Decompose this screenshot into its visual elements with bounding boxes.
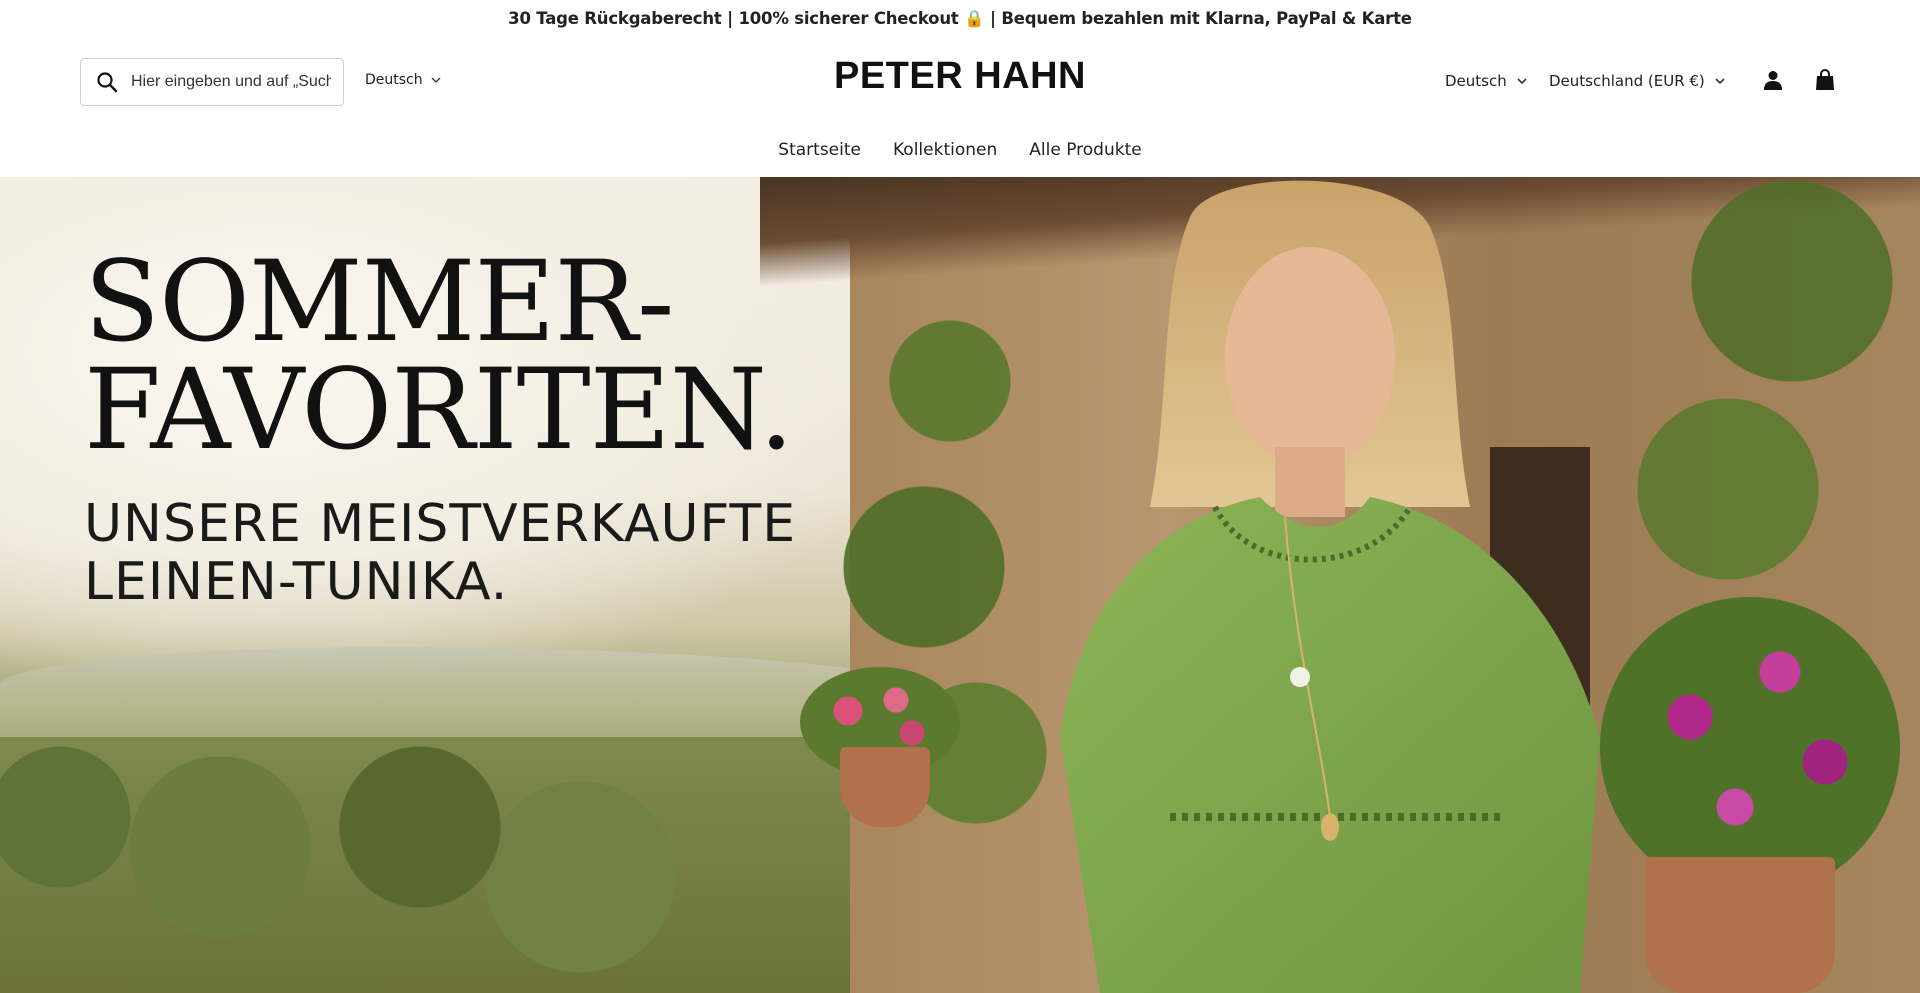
nav-item-alle-produkte[interactable]: Alle Produkte <box>1029 138 1141 162</box>
chevron-down-icon <box>1517 78 1527 85</box>
site-logo[interactable]: PETER HAHN <box>834 55 1086 97</box>
language-selector-right[interactable]: Deutsch <box>1445 72 1528 90</box>
hero-subtitle-line2: LEINEN-TUNIKA. <box>84 552 509 612</box>
nav-item-startseite[interactable]: Startseite <box>778 138 861 162</box>
hero-flower-pot <box>840 747 930 827</box>
chevron-down-icon <box>1715 78 1725 85</box>
language-label: Deutsch <box>365 72 423 88</box>
language-label: Deutsch <box>1445 72 1507 90</box>
hero-title: SOMMER- FAVORITEN. <box>84 247 794 466</box>
announcement-bar: 30 Tage Rückgaberecht | 100% sicherer Ch… <box>0 0 1920 38</box>
hero-subtitle-line1: UNSERE MEISTVERKAUFTE <box>84 494 797 554</box>
hero-subtitle: UNSERE MEISTVERKAUFTE LEINEN-TUNIKA. <box>84 495 796 611</box>
chevron-down-icon <box>431 77 441 83</box>
site-header: Deutsch PETER HAHN Deutsch Deutschland (… <box>0 38 1920 177</box>
search-box[interactable] <box>80 58 344 106</box>
hero-model-image <box>1060 180 1600 993</box>
announcement-text: 30 Tage Rückgaberecht | 100% sicherer Ch… <box>508 9 1412 28</box>
hero-banner[interactable]: SOMMER- FAVORITEN. UNSERE MEISTVERKAUFTE… <box>0 177 1920 993</box>
hero-title-line2: FAVORITEN. <box>84 346 794 475</box>
country-selector[interactable]: Deutschland (EUR €) <box>1549 72 1726 90</box>
hero-flower-pot-large <box>1645 857 1835 993</box>
nav-item-kollektionen[interactable]: Kollektionen <box>893 138 997 162</box>
cart-icon[interactable] <box>1814 68 1836 92</box>
main-nav: Startseite Kollektionen Alle Produkte <box>0 138 1920 162</box>
language-selector-left[interactable]: Deutsch <box>365 72 442 88</box>
search-input[interactable] <box>131 73 331 91</box>
country-label: Deutschland (EUR €) <box>1549 72 1705 90</box>
hero-flowers-right <box>1600 597 1900 897</box>
search-icon[interactable] <box>95 70 119 94</box>
account-icon[interactable] <box>1762 69 1784 91</box>
